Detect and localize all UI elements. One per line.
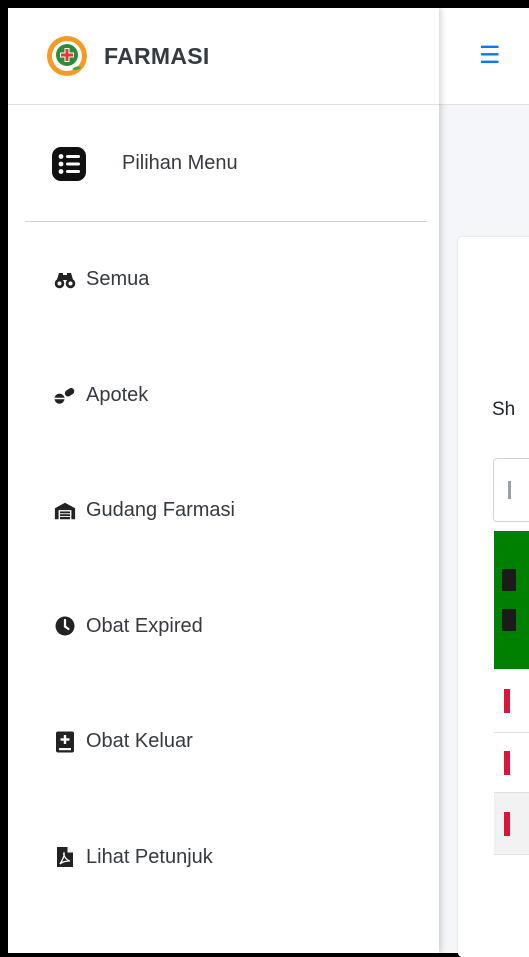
sidebar-item-label: Semua (86, 268, 150, 291)
app-window: FARMASI Pilihan Menu Semua Apotek Gudang… (8, 8, 529, 953)
sidebar-item-apotek[interactable]: Apotek (8, 338, 439, 454)
brand[interactable]: FARMASI (8, 8, 439, 105)
warehouse-icon (54, 500, 76, 522)
table-header (494, 531, 529, 669)
pills-icon (54, 384, 76, 406)
sidebar-item-obat-expired[interactable]: Obat Expired (8, 569, 439, 685)
show-entries-label: Sh (492, 399, 516, 420)
pharmacy-plus-logo (47, 36, 87, 76)
brand-name: FARMASI (104, 42, 210, 69)
sidebar: FARMASI Pilihan Menu Semua Apotek Gudang… (8, 8, 439, 953)
sidebar-item-gudang-farmasi[interactable]: Gudang Farmasi (8, 453, 439, 569)
list-icon (52, 146, 86, 181)
hamburger-icon[interactable]: ☰ (479, 44, 501, 68)
top-navbar: ☰ (439, 8, 529, 105)
sidebar-item-label: Apotek (86, 383, 149, 406)
menu-header: Pilihan Menu (8, 105, 439, 222)
pdf-file-icon (54, 846, 76, 868)
table-row[interactable] (494, 793, 529, 855)
sidebar-item-label: Gudang Farmasi (86, 499, 235, 522)
sidebar-item-label: Obat Keluar (86, 730, 193, 753)
medical-book-icon (54, 731, 76, 753)
binoculars-icon (54, 269, 76, 291)
sidebar-nav: Semua Apotek Gudang Farmasi Obat Expired… (8, 222, 439, 915)
sidebar-item-obat-keluar[interactable]: Obat Keluar (8, 684, 439, 800)
sidebar-item-lihat-petunjuk[interactable]: Lihat Petunjuk (8, 800, 439, 916)
table-row[interactable] (494, 855, 529, 953)
sidebar-item-label: Lihat Petunjuk (86, 845, 213, 868)
table-row[interactable] (494, 733, 529, 793)
clock-icon (54, 615, 76, 637)
entries-length-select[interactable] (493, 458, 529, 522)
table-row[interactable] (494, 669, 529, 733)
sidebar-item-label: Obat Expired (86, 614, 203, 637)
menu-header-label: Pilihan Menu (122, 152, 238, 174)
sidebar-item-semua[interactable]: Semua (8, 222, 439, 338)
